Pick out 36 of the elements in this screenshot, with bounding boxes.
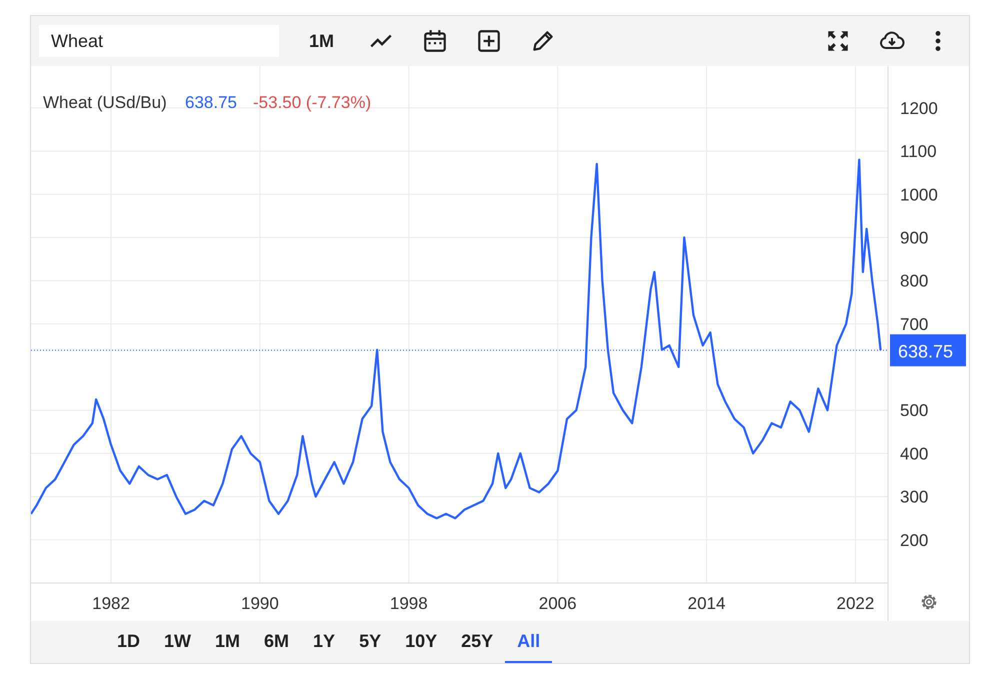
range-tab[interactable]: 1M [203, 621, 252, 663]
y-axis-label: 700 [900, 314, 928, 334]
range-tab[interactable]: 6M [252, 621, 302, 663]
x-axis-label: 2006 [538, 594, 577, 613]
legend-price: 638.75 [185, 93, 237, 112]
add-icon[interactable] [476, 28, 502, 54]
range-tab[interactable]: All [505, 621, 552, 663]
more-options-icon[interactable] [933, 28, 943, 54]
y-axis-label: 1000 [900, 185, 938, 204]
y-axis-label: 1100 [900, 142, 937, 162]
y-axis-label: 900 [900, 228, 928, 248]
calendar-icon[interactable] [422, 28, 448, 54]
settings-icon[interactable] [922, 594, 936, 610]
symbol-search-field[interactable]: Wheat [39, 25, 279, 57]
legend-symbol: Wheat (USd/Bu) [43, 93, 167, 112]
y-axis-label: 500 [900, 401, 928, 420]
range-tab[interactable]: 5Y [347, 621, 394, 663]
x-axis-label: 2014 [688, 594, 726, 613]
y-axis-label: 200 [900, 530, 928, 550]
x-axis-label: 1982 [92, 594, 130, 613]
y-axis-label: 400 [900, 444, 928, 464]
range-tab[interactable]: 10Y [393, 621, 450, 663]
range-tab[interactable]: 25Y [449, 621, 506, 663]
range-tab[interactable]: 1D [105, 621, 152, 663]
range-tab[interactable]: 1Y [301, 621, 348, 663]
interval-button[interactable]: 1M [301, 26, 342, 56]
y-axis-label: 800 [900, 272, 928, 291]
x-axis-label: 1990 [241, 594, 279, 613]
y-axis-label: 1200 [900, 98, 938, 118]
price-tag: 638.75 [890, 334, 966, 366]
y-axis-label: 300 [900, 488, 928, 507]
x-axis-label: 2022 [836, 594, 874, 613]
range-tab[interactable]: 1W [152, 621, 204, 663]
x-axis-label: 1998 [390, 594, 428, 613]
legend-change: -53.50 (-7.73%) [253, 93, 372, 112]
ref-line-label: 638.75 [898, 341, 954, 362]
